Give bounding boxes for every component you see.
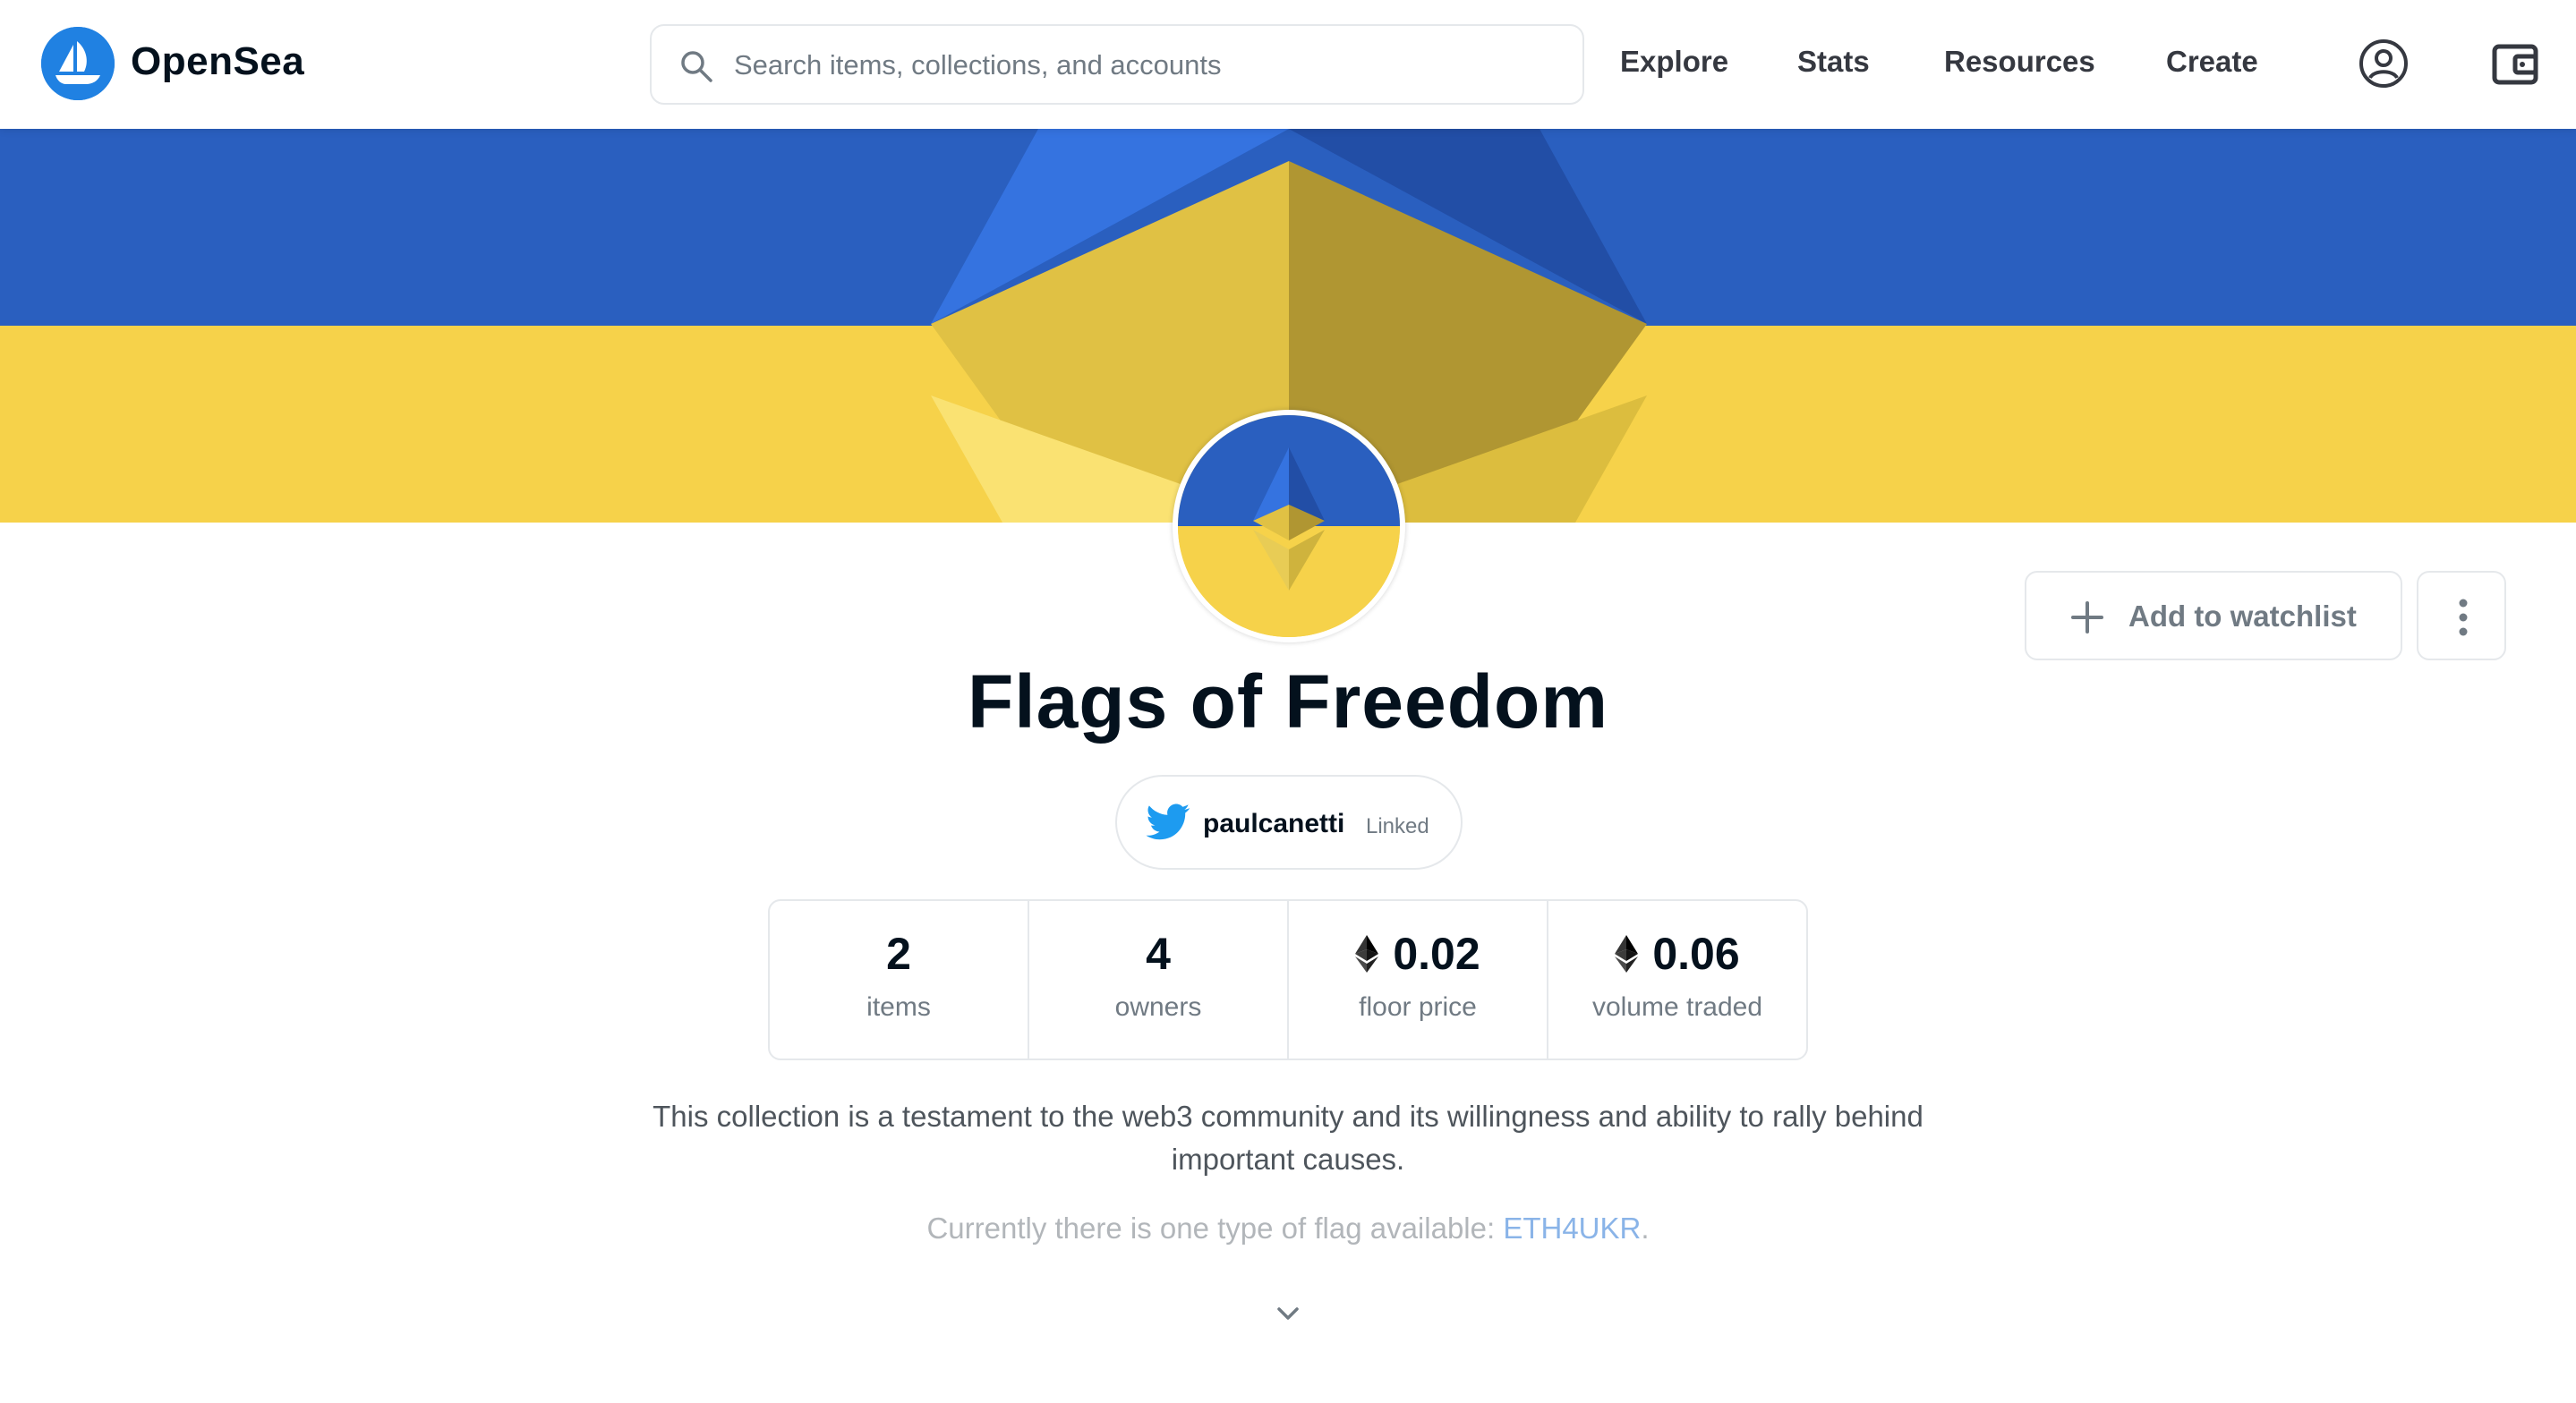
top-navbar: OpenSea Explore Stats Resources Create bbox=[0, 0, 2576, 129]
stat-label: volume traded bbox=[1591, 992, 1763, 1022]
eth4ukr-link[interactable]: ETH4UKR bbox=[1503, 1212, 1641, 1245]
collection-title: Flags of Freedom bbox=[967, 659, 1609, 744]
brand-name[interactable]: OpenSea bbox=[131, 39, 304, 84]
stat-value: 4 bbox=[1146, 929, 1171, 979]
search-icon bbox=[681, 51, 712, 82]
collection-avatar bbox=[1173, 410, 1405, 642]
opensea-logo-icon[interactable] bbox=[41, 27, 115, 100]
stat-owners[interactable]: 4 owners bbox=[1029, 901, 1289, 1059]
plus-icon bbox=[2071, 601, 2103, 633]
twitter-linked-status: Linked bbox=[1366, 814, 1429, 838]
nav-resources[interactable]: Resources bbox=[1944, 45, 2095, 79]
chevron-down-icon[interactable] bbox=[1275, 1303, 1301, 1324]
stat-volume-traded[interactable]: 0.06 volume traded bbox=[1548, 901, 1806, 1059]
search-bar[interactable] bbox=[650, 24, 1584, 105]
twitter-handle: paulcanetti bbox=[1203, 809, 1345, 838]
stat-items[interactable]: 2 items bbox=[770, 901, 1029, 1059]
collection-sub-description: Currently there is one type of flag avai… bbox=[0, 1212, 2576, 1246]
stat-value: 0.02 bbox=[1393, 929, 1480, 979]
stat-label: floor price bbox=[1359, 992, 1477, 1022]
add-to-watchlist-button[interactable]: Add to watchlist bbox=[2025, 571, 2402, 660]
wallet-icon[interactable] bbox=[2490, 39, 2540, 89]
stat-value: 2 bbox=[886, 929, 911, 979]
twitter-icon bbox=[1146, 804, 1190, 840]
stat-floor-price[interactable]: 0.02 floor price bbox=[1289, 901, 1548, 1059]
sub-description-suffix: . bbox=[1641, 1212, 1650, 1245]
watchlist-label: Add to watchlist bbox=[2128, 599, 2357, 633]
collection-stats: 2 items 4 owners 0.02 floor price 0.06 v… bbox=[768, 899, 1808, 1060]
nav-stats[interactable]: Stats bbox=[1797, 45, 1870, 79]
ethereum-icon bbox=[1355, 935, 1379, 973]
stat-label: owners bbox=[1114, 992, 1202, 1022]
more-options-button[interactable] bbox=[2417, 571, 2506, 660]
account-icon[interactable] bbox=[2358, 38, 2410, 89]
collection-description: This collection is a testament to the we… bbox=[653, 1100, 1923, 1176]
nav-create[interactable]: Create bbox=[2166, 45, 2258, 79]
search-input[interactable] bbox=[734, 44, 1557, 87]
twitter-account-link[interactable]: paulcanetti Linked bbox=[1115, 775, 1463, 870]
nav-explore[interactable]: Explore bbox=[1620, 45, 1728, 79]
stat-label: items bbox=[866, 992, 931, 1022]
ethereum-icon bbox=[1615, 935, 1639, 973]
more-vertical-icon bbox=[2459, 599, 2468, 636]
sub-description-text: Currently there is one type of flag avai… bbox=[926, 1212, 1504, 1245]
stat-value: 0.06 bbox=[1652, 929, 1740, 979]
